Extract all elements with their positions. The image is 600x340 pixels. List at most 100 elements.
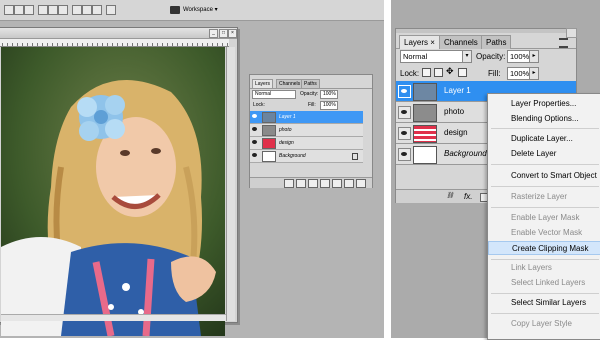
layer-row-photo[interactable]: photo [250,124,363,137]
chevron-down-icon[interactable]: ▾ [462,50,472,63]
tab-channels[interactable]: Channels [439,35,483,49]
document-title-bar[interactable]: _ □ × [0,28,237,39]
workspace-label: Workspace ▾ [183,7,218,13]
opacity-arrow-icon[interactable]: ▸ [529,50,539,63]
layer-thumbnail [262,151,276,162]
blend-mode-select[interactable]: Normal [252,90,296,99]
panel-bottom-bar [250,177,372,188]
layer-name: Background [279,153,306,159]
vertical-scrollbar[interactable] [226,47,235,321]
layer-thumbnail [262,125,276,136]
lock-position-icon[interactable]: ✥ [446,67,454,76]
align-icon[interactable] [24,5,34,15]
distribute-icon[interactable] [38,5,48,15]
auto-align-icon[interactable] [106,5,116,15]
horizontal-scrollbar[interactable] [1,314,226,321]
layer-row-background[interactable]: Background [250,150,363,163]
fx-icon[interactable]: fx. [464,193,472,201]
layer-name: photo [444,107,465,116]
tab-paths[interactable]: Paths [301,79,320,88]
layer-context-menu: Layer Properties... Blending Options... … [487,93,600,340]
layer-name: design [279,140,294,146]
workspace-button[interactable]: Workspace ▾ [170,3,218,16]
menu-item-select-similar-layers[interactable]: Select Similar Layers [488,296,600,310]
left-screenshot: Workspace ▾ _ □ × Layers Channels Paths … [0,0,384,338]
mask-icon[interactable] [308,179,318,188]
document-window: _ □ × [0,27,238,336]
menu-item-blending-options[interactable]: Blending Options... [488,112,600,126]
panel-tabs: Layers × Channels Paths [396,33,576,49]
adjustment-icon[interactable] [320,179,330,188]
trash-icon[interactable] [356,179,366,188]
menu-item-select-linked-layers[interactable]: Select Linked Layers [488,276,600,290]
menu-separator [491,164,599,165]
tab-channels[interactable]: Channels [276,79,304,88]
close-icon[interactable]: × [430,38,435,47]
fill-input[interactable]: 100% [320,101,338,110]
layer-row-layer1[interactable]: Layer 1 [250,111,363,124]
menu-separator [491,293,599,294]
menu-item-copy-layer-style[interactable]: Copy Layer Style [488,317,600,331]
tab-paths[interactable]: Paths [481,35,512,49]
fill-label: Fill: [308,102,316,108]
layer-row-design[interactable]: design [250,137,363,150]
eye-icon[interactable] [398,85,411,98]
align-icon[interactable] [4,5,14,15]
eye-icon[interactable] [252,127,257,131]
opacity-label: Opacity: [300,91,319,97]
lock-pixels-icon[interactable] [434,68,443,77]
distribute-icon[interactable] [92,5,102,15]
link-icon[interactable]: ⛓ [446,193,454,200]
menu-item-create-clipping-mask[interactable]: Create Clipping Mask [488,241,600,255]
layer-thumbnail [413,83,437,101]
menu-item-convert-smart-object[interactable]: Convert to Smart Object [488,169,600,183]
distribute-icon[interactable] [72,5,82,15]
blend-mode-select[interactable]: Normal [400,50,466,63]
menu-separator [491,313,599,314]
minimize-icon[interactable]: _ [209,29,218,38]
layer-name: Layer 1 [279,114,296,120]
fx-icon[interactable] [296,179,306,188]
options-bar: Workspace ▾ [0,0,384,21]
eye-icon[interactable] [252,140,257,144]
opacity-input[interactable]: 100% [507,50,531,63]
distribute-icon[interactable] [48,5,58,15]
menu-separator [491,128,599,129]
fill-arrow-icon[interactable]: ▸ [529,67,539,80]
panel-collapse-icon[interactable] [566,28,577,38]
menu-item-rasterize-layer[interactable]: Rasterize Layer [488,190,600,204]
maximize-icon[interactable]: □ [219,29,228,38]
lock-transparency-icon[interactable] [422,68,431,77]
menu-item-layer-properties[interactable]: Layer Properties... [488,97,600,111]
menu-item-enable-layer-mask[interactable]: Enable Layer Mask [488,211,600,225]
fill-input[interactable]: 100% [507,67,531,80]
menu-item-delete-layer[interactable]: Delete Layer [488,147,600,161]
eye-icon[interactable] [252,114,257,118]
tab-layers[interactable]: Layers × [399,35,440,49]
layers-panel-small: Layers Channels Paths Normal Opacity: 10… [249,74,373,188]
layer-thumbnail [413,104,437,122]
distribute-icon[interactable] [82,5,92,15]
eye-icon[interactable] [398,127,411,140]
opacity-input[interactable]: 100% [320,90,338,99]
group-icon[interactable] [332,179,342,188]
layer-name: Background [444,149,487,158]
distribute-icon[interactable] [58,5,68,15]
horizontal-ruler [0,39,229,47]
menu-item-enable-vector-mask[interactable]: Enable Vector Mask [488,226,600,240]
close-icon[interactable]: × [228,29,237,38]
layer-thumbnail [262,138,276,149]
menu-item-duplicate-layer[interactable]: Duplicate Layer... [488,132,600,146]
eye-icon[interactable] [398,148,411,161]
lock-all-icon[interactable] [458,68,467,77]
eye-icon[interactable] [252,153,257,157]
menu-item-link-layers[interactable]: Link Layers [488,261,600,275]
panel-menu-icon[interactable] [559,38,568,48]
girl-photo-image [1,47,225,336]
link-icon[interactable] [284,179,294,188]
new-layer-icon[interactable] [344,179,354,188]
align-icon[interactable] [14,5,24,15]
eye-icon[interactable] [398,106,411,119]
canvas-photo[interactable] [1,47,225,336]
tab-layers[interactable]: Layers [252,79,274,88]
